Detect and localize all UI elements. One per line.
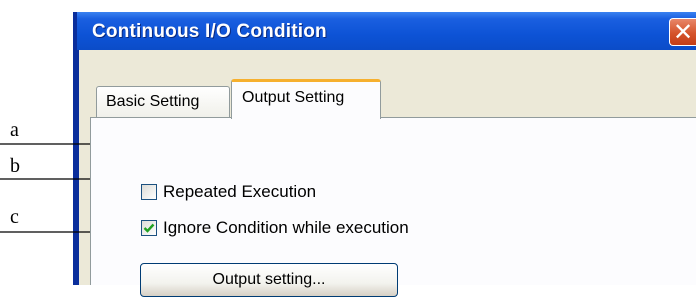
checkmark-icon <box>143 223 155 233</box>
output-setting-button[interactable]: Output setting... <box>140 263 398 297</box>
repeated-execution-label: Repeated Execution <box>163 182 317 201</box>
tab-output-setting-label: Output Setting <box>242 89 345 106</box>
tab-output-setting[interactable]: Output Setting <box>231 79 381 119</box>
repeated-execution-checkbox[interactable] <box>141 184 157 200</box>
output-setting-panel: Repeated Execution Ignore Condition whil… <box>90 117 696 297</box>
ignore-condition-checkbox[interactable] <box>141 220 157 236</box>
ignore-condition-label: Ignore Condition while execution <box>163 218 409 237</box>
ignore-condition-option[interactable]: Ignore Condition while execution <box>141 218 409 238</box>
repeated-execution-option[interactable]: Repeated Execution <box>141 182 316 202</box>
